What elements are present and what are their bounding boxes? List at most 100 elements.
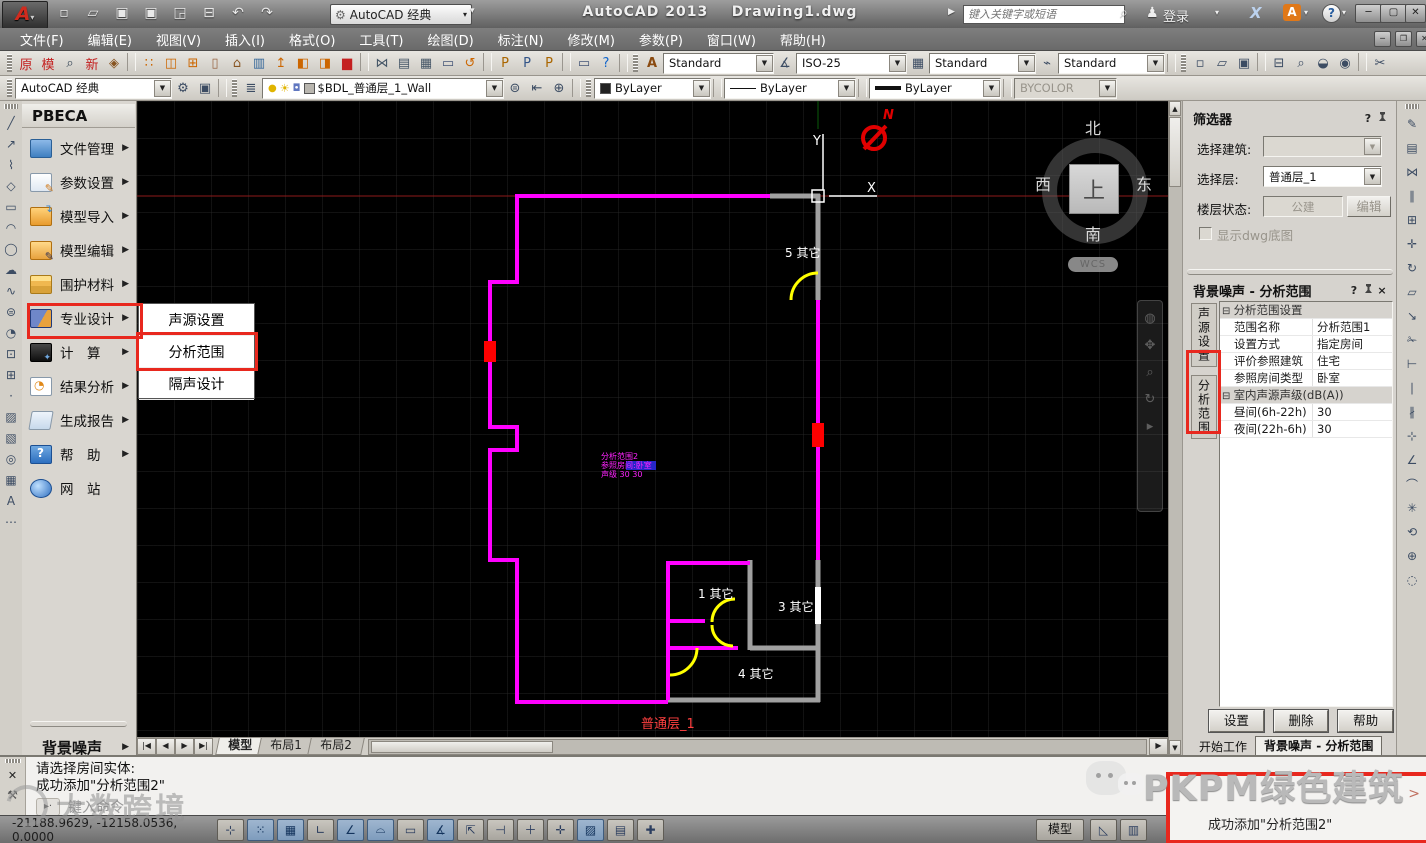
save-as-icon[interactable]: ▣	[141, 5, 161, 21]
autodesk360-icon[interactable]: A	[1283, 4, 1301, 21]
door-icon[interactable]: ◫	[160, 53, 182, 73]
pbeca-menu-item[interactable]: 计 算 ▶	[22, 335, 135, 369]
toolbar-grip[interactable]	[7, 79, 12, 97]
panel-help-icon[interactable]: ?	[1361, 112, 1375, 125]
break-point-icon[interactable]: ∣	[1402, 376, 1422, 400]
pbeca-menu-item[interactable]: 围护材料 ▶	[22, 267, 135, 301]
plot-icon[interactable]: ◲	[170, 5, 190, 21]
building-combo[interactable]: ▼	[1263, 136, 1382, 157]
layer-select-combo[interactable]: 普通层_1 ▼	[1263, 166, 1382, 187]
quickview-layouts-icon[interactable]: ▥	[1120, 818, 1147, 841]
copy-icon[interactable]: ▤	[393, 53, 415, 73]
plotstyle-combo[interactable]: BYCOLOR ▼	[1014, 77, 1117, 99]
scrollbar-thumb[interactable]	[371, 740, 554, 753]
exchange-apps-icon[interactable]: X	[1250, 4, 1262, 22]
print-icon[interactable]: ⊟	[199, 5, 219, 21]
panel-close-icon[interactable]: ×	[1375, 284, 1389, 297]
layout-tab[interactable]: 布局2	[306, 738, 365, 755]
toolbar-icon[interactable]	[562, 53, 571, 71]
panel-button[interactable]: 帮助	[1337, 709, 1395, 733]
align-icon[interactable]: ⊕	[1402, 544, 1422, 568]
sc-icon[interactable]: ▨	[577, 818, 604, 841]
folder-p1-icon[interactable]: P	[494, 53, 516, 73]
table-icon[interactable]: ▦	[1, 469, 21, 490]
tpy-icon[interactable]: ＋	[517, 818, 544, 841]
panel-button[interactable]: 设置	[1208, 709, 1265, 733]
scroll-up-button[interactable]: ▲	[1169, 101, 1181, 116]
pkpm-template-icon[interactable]: 模	[37, 53, 59, 73]
menu-item[interactable]: 格式(O)	[277, 28, 347, 51]
property-value[interactable]: 住宅	[1313, 353, 1340, 369]
overkill-icon[interactable]: ◌	[1402, 568, 1422, 592]
roof-icon[interactable]: ⌂	[226, 53, 248, 73]
pbeca-menu-item[interactable]: 结果分析 ▶	[22, 369, 135, 403]
undo-icon[interactable]: ↶	[228, 5, 248, 21]
view-box-icon[interactable]: ◈	[103, 53, 125, 73]
revcloud-icon[interactable]: ☁	[1, 259, 21, 280]
application-menu-button[interactable]: A▾	[2, 1, 48, 29]
print-icon[interactable]: ⊟	[1268, 53, 1290, 73]
layout-icon[interactable]: ▤	[607, 818, 634, 841]
help-blue-icon[interactable]: ?	[595, 53, 617, 73]
hyperlink-icon[interactable]: ◉	[1334, 53, 1356, 73]
orbit-icon[interactable]: ↻	[1145, 392, 1156, 407]
curtain-wall-icon[interactable]: ▥	[248, 53, 270, 73]
dim-style-icon[interactable]: ∡	[774, 53, 796, 73]
toolbar-icon[interactable]	[483, 53, 492, 71]
column-icon[interactable]: ▯	[204, 53, 226, 73]
text-style-icon[interactable]: A	[641, 53, 663, 73]
model-space-button[interactable]: 模型	[1036, 818, 1084, 841]
create-block-icon[interactable]: ⊞	[1, 364, 21, 385]
save-file-icon[interactable]: ▣	[1233, 53, 1255, 73]
pbeca-menu-item[interactable]: 文件管理 ▶	[22, 131, 135, 165]
toolbar-icon[interactable]	[1257, 53, 1266, 71]
color-combo[interactable]: ByLayer ▼	[594, 77, 711, 99]
menu-item[interactable]: 绘图(D)	[416, 28, 486, 51]
table-style-icon[interactable]: ▦	[907, 53, 929, 73]
first-tab-button[interactable]: |◀	[137, 738, 156, 755]
workspace-combo[interactable]: AutoCAD 经典 ▼	[15, 77, 172, 99]
help-dropdown-icon[interactable]: ▾	[1342, 8, 1346, 17]
doc-minimize-button[interactable]: ─	[1374, 31, 1391, 47]
property-row[interactable]: 设置方式 指定房间	[1220, 336, 1392, 353]
help-icon[interactable]: ?	[1322, 4, 1341, 23]
snap-icon[interactable]: ⁙	[247, 818, 274, 841]
drag-handle[interactable]	[4, 759, 21, 763]
chevron-down-icon[interactable]: ▼	[1018, 54, 1035, 72]
property-row[interactable]: 夜间(22h-6h) 30	[1220, 421, 1392, 438]
property-row[interactable]: 评价参照建筑 住宅	[1220, 353, 1392, 370]
polyline-icon[interactable]: ⌇	[1, 154, 21, 175]
toolbar-grip[interactable]	[1405, 104, 1419, 109]
menu-item[interactable]: 参数(P)	[627, 28, 695, 51]
property-value[interactable]: 指定房间	[1313, 336, 1363, 352]
rectangle-icon[interactable]: ▭	[1, 196, 21, 217]
ellipse-icon[interactable]: ⊜	[1, 301, 21, 322]
menu-item[interactable]: 修改(M)	[556, 28, 627, 51]
menu-item[interactable]: 编辑(E)	[76, 28, 144, 51]
hatch-icon[interactable]: ▨	[1, 406, 21, 427]
chevron-down-icon[interactable]: ▼	[1147, 54, 1164, 72]
toolbar-icon[interactable]	[127, 53, 136, 71]
pbeca-menu-item[interactable]: 参数设置 ▶	[22, 165, 135, 199]
chevron-down-icon[interactable]: ▼	[983, 79, 1000, 97]
chevron-down-icon[interactable]: ▼	[838, 79, 855, 97]
property-row[interactable]: 昼间(6h-22h) 30	[1220, 404, 1392, 421]
mleader-style-combo[interactable]: Standard ▼	[1058, 52, 1165, 74]
trim-icon[interactable]: ✁	[1402, 328, 1422, 352]
bottom-tab[interactable]: 背景噪声 - 分析范围	[1255, 736, 1383, 756]
erase-icon[interactable]: ✎	[1402, 112, 1422, 136]
layer-previous-icon[interactable]: ⇤	[526, 78, 548, 98]
panel-help-icon[interactable]: ?	[1347, 284, 1361, 297]
layer-lock-icon[interactable]: ◘	[293, 83, 301, 94]
text-style-combo[interactable]: Standard ▼	[663, 52, 774, 74]
toolbar-overflow-icon[interactable]: ▾	[470, 6, 475, 16]
chevron-down-icon[interactable]: ▼	[154, 79, 171, 97]
scale-list-icon[interactable]: ⋯	[1, 511, 21, 532]
showmotion-icon[interactable]: ▸	[1147, 419, 1154, 434]
a360-dropdown-icon[interactable]: ▾	[1304, 8, 1308, 17]
layer-thaw-icon[interactable]: ☀	[280, 82, 290, 95]
bottom-tab[interactable]: 开始工作	[1191, 738, 1255, 756]
circle-icon[interactable]: ◯	[1, 238, 21, 259]
ortho-icon[interactable]: ∟	[307, 818, 334, 841]
door-frame-icon[interactable]: ◧	[292, 53, 314, 73]
